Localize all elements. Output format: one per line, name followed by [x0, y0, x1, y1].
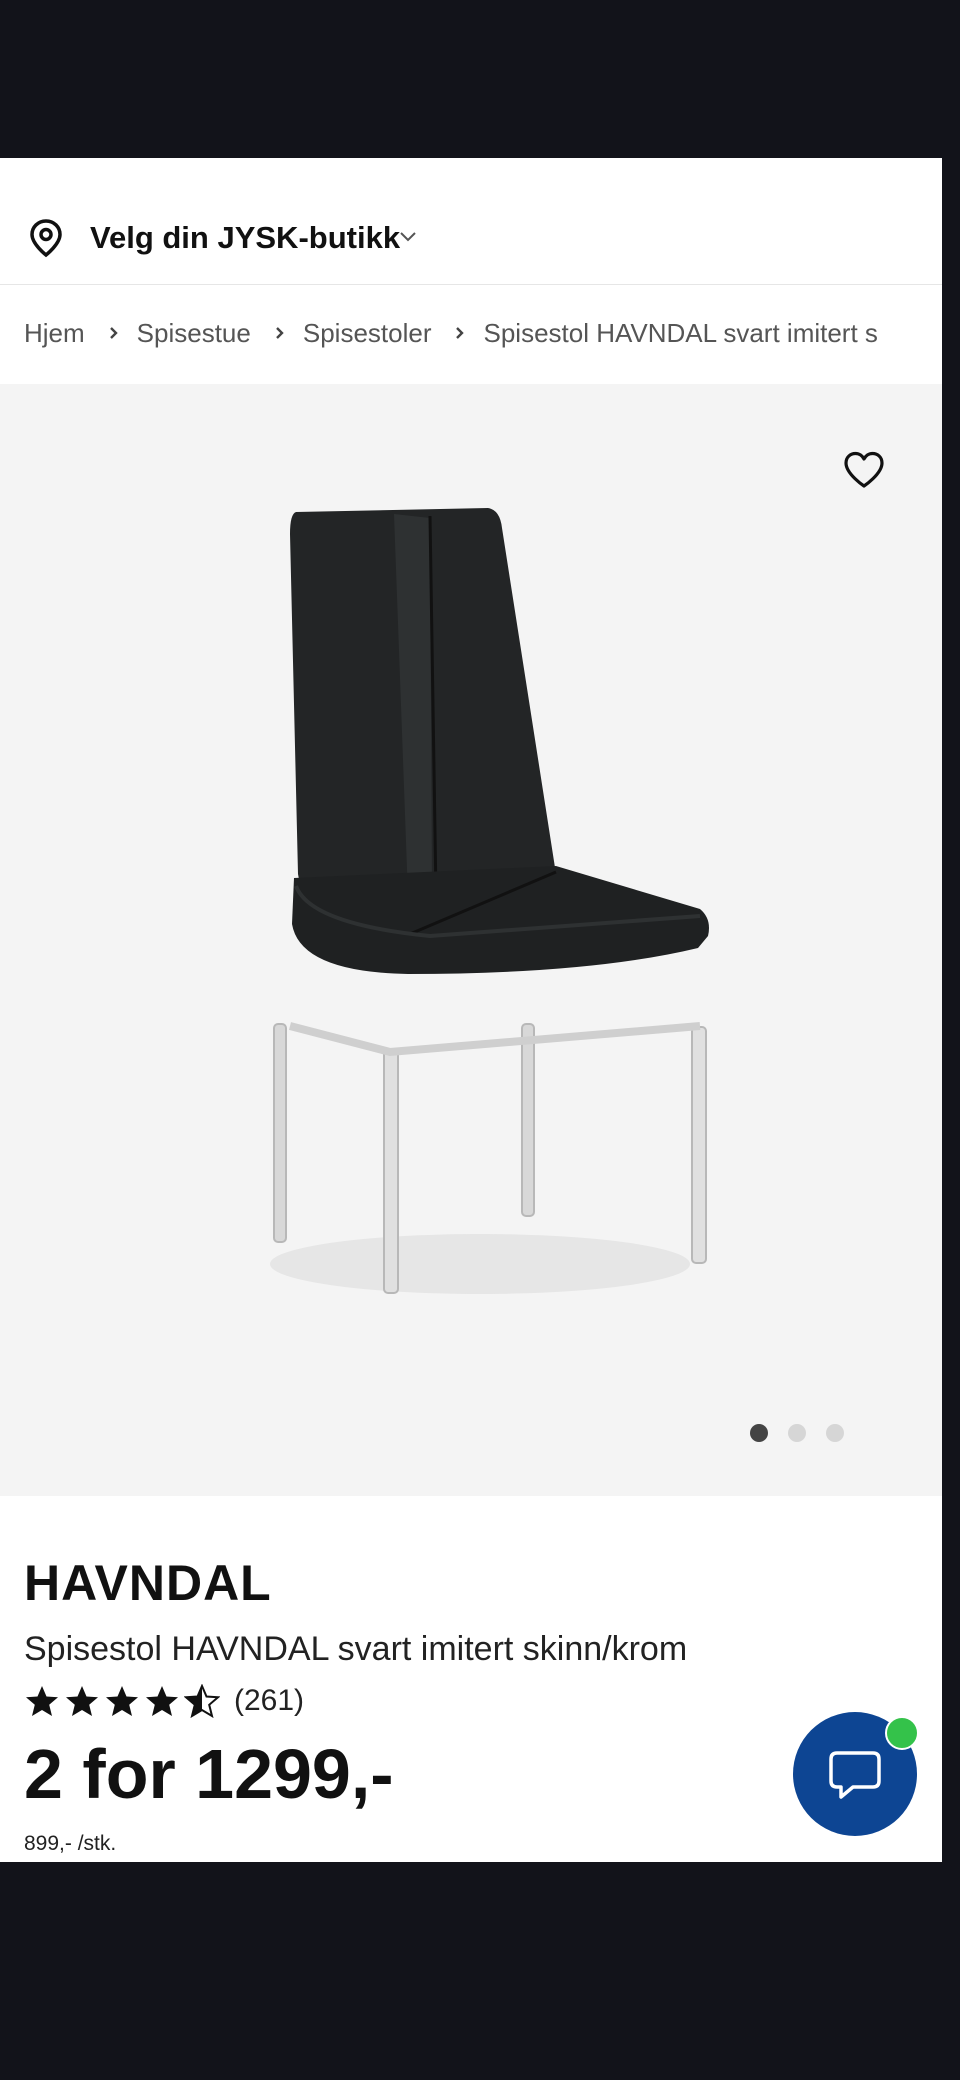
product-rating[interactable]: (261) [24, 1684, 304, 1718]
breadcrumb-current: Spisestol HAVNDAL svart imitert s [483, 317, 878, 348]
store-selector[interactable]: Velg din JYSK-butikk [0, 158, 942, 285]
half-star-icon [184, 1684, 220, 1718]
star-icon [26, 1686, 58, 1716]
chevron-down-icon [398, 230, 418, 244]
location-pin-icon [28, 218, 64, 258]
unit-price: 899,- /stk. [24, 1832, 117, 1855]
gallery-dot[interactable] [826, 1424, 844, 1442]
breadcrumb-spisestoler[interactable]: Spisestoler [303, 318, 432, 349]
product-image-gallery[interactable] [0, 384, 942, 1496]
gallery-dot[interactable] [788, 1424, 806, 1442]
star-icon [146, 1686, 178, 1716]
product-brand: HAVNDAL [24, 1555, 272, 1611]
chair-product-image [270, 508, 709, 1294]
system-navigation-bar [0, 1862, 960, 2080]
product-page: Velg din JYSK-butikk Hjem Spisestue Spis… [0, 158, 942, 1862]
star-icon [106, 1686, 138, 1716]
chevron-right-icon [451, 324, 469, 342]
chevron-right-icon [105, 324, 123, 342]
product-name: Spisestol HAVNDAL svart imitert skinn/kr… [24, 1630, 688, 1668]
system-status-bar [0, 0, 960, 158]
gallery-dot[interactable] [750, 1424, 768, 1442]
gallery-pagination [750, 1424, 844, 1442]
chat-online-indicator [885, 1716, 919, 1750]
store-selector-label: Velg din JYSK-butikk [90, 220, 401, 255]
heart-icon[interactable] [842, 450, 886, 490]
screen-edge [942, 158, 960, 1862]
product-price: 2 for 1299,- [24, 1735, 394, 1813]
chat-bubble-icon [829, 1751, 881, 1799]
chevron-right-icon [271, 324, 289, 342]
rating-stars [24, 1684, 220, 1718]
breadcrumb-home[interactable]: Hjem [24, 318, 85, 349]
product-info: HAVNDAL Spisestol HAVNDAL svart imitert … [0, 1496, 942, 1862]
review-count: (261) [234, 1684, 305, 1717]
breadcrumb-spisestue[interactable]: Spisestue [137, 318, 251, 349]
breadcrumb: Hjem Spisestue Spisestoler Spisestol HAV… [0, 285, 942, 381]
star-icon [66, 1686, 98, 1716]
